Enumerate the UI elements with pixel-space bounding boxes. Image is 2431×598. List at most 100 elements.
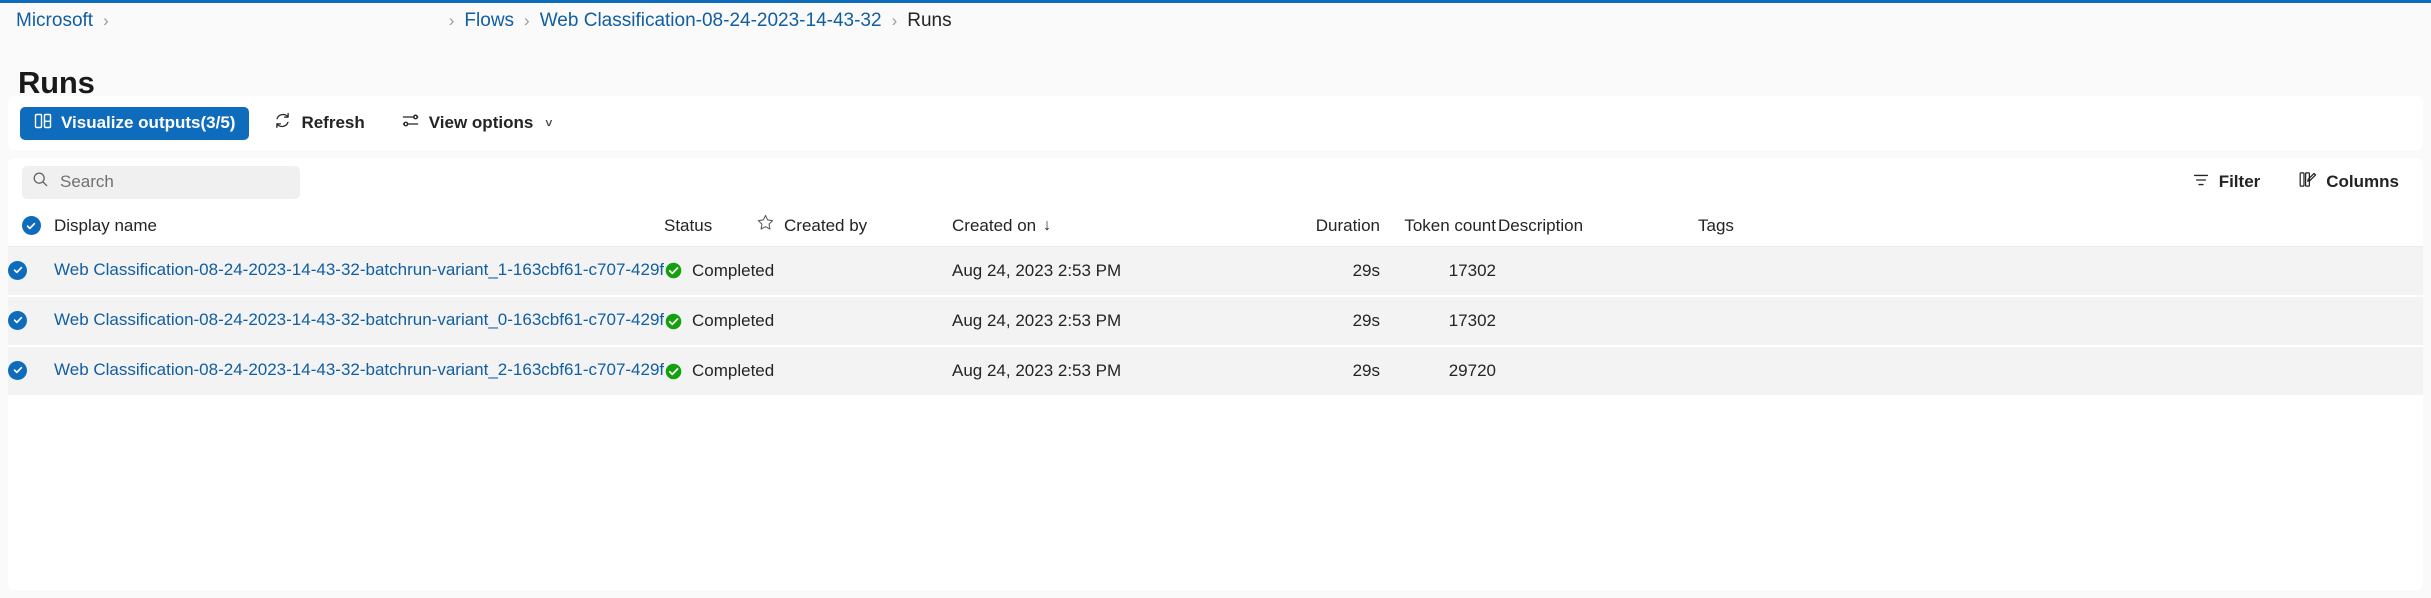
run-name-clip: Web Classification-08-24-2023-14-43-32-b… <box>54 310 664 332</box>
view-options-label: View options <box>429 113 534 133</box>
cell-duration: 29s <box>1282 246 1382 296</box>
columns-button[interactable]: Columns <box>2286 166 2411 199</box>
breadcrumb-separator-icon: › <box>524 11 530 31</box>
filter-icon <box>2192 171 2210 194</box>
cell-created-by <box>784 246 952 296</box>
cell-token-count: 17302 <box>1382 296 1498 346</box>
cell-description <box>1498 246 1698 296</box>
column-header-label: Duration <box>1316 216 1380 236</box>
cell-created-on: Aug 24, 2023 2:53 PM <box>952 346 1282 396</box>
filter-label: Filter <box>2219 172 2261 192</box>
column-header-label: Created by <box>784 216 867 236</box>
column-header-label: Description <box>1498 216 1583 236</box>
breadcrumb-separator-icon: › <box>892 11 898 31</box>
cell-created-on: Aug 24, 2023 2:53 PM <box>952 246 1282 296</box>
completed-check-icon <box>664 261 683 280</box>
refresh-label: Refresh <box>301 113 364 133</box>
table-header: Display name Status Created by <box>8 206 2423 246</box>
search-input[interactable] <box>58 171 290 193</box>
select-all-checkbox[interactable] <box>22 216 41 235</box>
column-header-created-by[interactable]: Created by <box>784 206 952 246</box>
refresh-button[interactable]: Refresh <box>261 107 376 140</box>
chevron-down-icon: ˅ <box>545 116 552 130</box>
token-count-value: 17302 <box>1382 261 1498 281</box>
column-header-tags[interactable]: Tags <box>1698 206 2423 246</box>
cell-token-count: 29720 <box>1382 346 1498 396</box>
breadcrumb-separator-icon: › <box>103 11 109 31</box>
search-icon <box>32 171 49 193</box>
completed-check-icon <box>664 362 683 381</box>
view-options-button[interactable]: View options ˅ <box>389 107 565 140</box>
sort-descending-icon: ↓ <box>1043 217 1051 235</box>
runs-table: Display name Status Created by <box>8 206 2423 397</box>
cell-description <box>1498 296 1698 346</box>
column-header-description[interactable]: Description <box>1498 206 1698 246</box>
runs-grid-card: Filter Columns <box>8 158 2423 590</box>
run-name-link[interactable]: Web Classification-08-24-2023-14-43-32-b… <box>54 310 664 330</box>
row-select-cell <box>8 296 54 346</box>
column-header-label: Display name <box>54 216 157 236</box>
select-all-header <box>8 206 54 246</box>
visualize-outputs-icon <box>34 112 52 135</box>
cell-token-count: 17302 <box>1382 246 1498 296</box>
status-label: Completed <box>692 361 774 381</box>
breadcrumb-item-flows[interactable]: Flows <box>464 10 514 32</box>
cell-status: Completed <box>664 296 756 346</box>
duration-value: 29s <box>1282 261 1382 281</box>
view-options-icon <box>401 111 420 135</box>
table-row[interactable]: Web Classification-08-24-2023-14-43-32-b… <box>8 296 2423 346</box>
breadcrumb-item-microsoft[interactable]: Microsoft <box>16 10 93 32</box>
column-header-label: Token count <box>1404 216 1496 236</box>
column-header-created-on[interactable]: Created on ↓ <box>952 206 1282 246</box>
cell-created-by <box>784 296 952 346</box>
run-name-link[interactable]: Web Classification-08-24-2023-14-43-32-b… <box>54 360 664 380</box>
breadcrumb-separator-icon: › <box>449 11 455 31</box>
cell-tags <box>1698 296 2423 346</box>
row-select-cell <box>8 346 54 396</box>
table-body: Web Classification-08-24-2023-14-43-32-b… <box>8 246 2423 396</box>
run-name-link[interactable]: Web Classification-08-24-2023-14-43-32-b… <box>54 260 664 280</box>
breadcrumb: Microsoft › › Flows › Web Classification… <box>0 3 2431 38</box>
token-count-value: 17302 <box>1382 311 1498 331</box>
refresh-icon <box>273 111 292 135</box>
column-header-favorite[interactable] <box>756 206 784 246</box>
table-header-row: Display name Status Created by <box>8 206 2423 246</box>
cell-display-name: Web Classification-08-24-2023-14-43-32-b… <box>54 296 664 346</box>
status-label: Completed <box>692 311 774 331</box>
column-header-status[interactable]: Status <box>664 206 756 246</box>
table-row[interactable]: Web Classification-08-24-2023-14-43-32-b… <box>8 246 2423 296</box>
row-checkbox[interactable] <box>8 311 27 330</box>
run-name-clip: Web Classification-08-24-2023-14-43-32-b… <box>54 260 664 282</box>
cell-duration: 29s <box>1282 346 1382 396</box>
row-select-cell <box>8 246 54 296</box>
search-box[interactable] <box>22 166 300 199</box>
cell-created-on: Aug 24, 2023 2:53 PM <box>952 296 1282 346</box>
filter-button[interactable]: Filter <box>2180 166 2273 199</box>
cell-description <box>1498 346 1698 396</box>
column-header-duration[interactable]: Duration <box>1282 206 1382 246</box>
column-header-label: Tags <box>1698 216 1734 236</box>
visualize-outputs-button[interactable]: Visualize outputs(3/5) <box>20 107 249 140</box>
column-header-display-name[interactable]: Display name <box>54 206 664 246</box>
row-checkbox[interactable] <box>8 361 27 380</box>
table-row[interactable]: Web Classification-08-24-2023-14-43-32-b… <box>8 346 2423 396</box>
visualize-outputs-label: Visualize outputs(3/5) <box>61 113 235 133</box>
star-icon <box>756 213 775 238</box>
columns-label: Columns <box>2326 172 2399 192</box>
token-count-value: 29720 <box>1382 361 1498 381</box>
cell-display-name: Web Classification-08-24-2023-14-43-32-b… <box>54 246 664 296</box>
cell-tags <box>1698 346 2423 396</box>
cell-tags <box>1698 246 2423 296</box>
row-checkbox[interactable] <box>8 261 27 280</box>
breadcrumb-item-flow-name[interactable]: Web Classification-08-24-2023-14-43-32 <box>540 10 882 32</box>
cell-display-name: Web Classification-08-24-2023-14-43-32-b… <box>54 346 664 396</box>
breadcrumb-item-runs: Runs <box>907 10 951 32</box>
cell-created-by <box>784 346 952 396</box>
cell-status: Completed <box>664 346 756 396</box>
column-header-token-count[interactable]: Token count <box>1382 206 1498 246</box>
column-header-label: Status <box>664 216 712 236</box>
toolbar: Visualize outputs(3/5) Refresh View opti… <box>8 96 2423 150</box>
column-header-label: Created on <box>952 216 1036 236</box>
run-name-clip: Web Classification-08-24-2023-14-43-32-b… <box>54 360 664 382</box>
cell-duration: 29s <box>1282 296 1382 346</box>
